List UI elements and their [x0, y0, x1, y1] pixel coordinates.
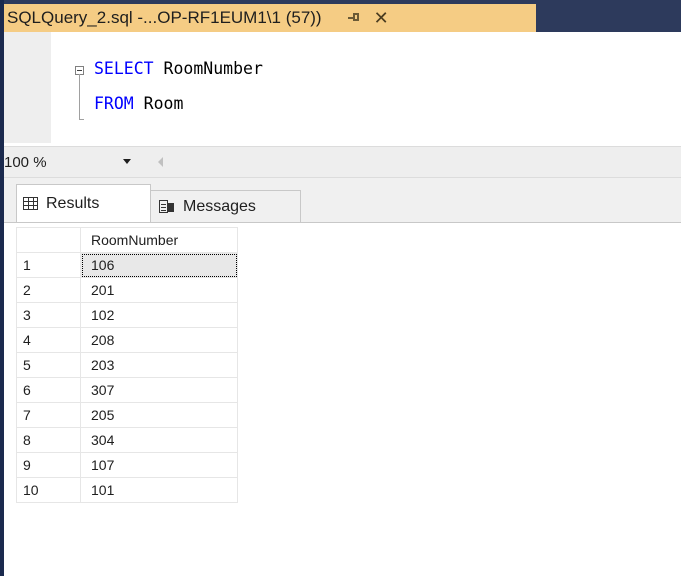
query-editor[interactable]: SELECT RoomNumber FROM Room: [4, 32, 681, 143]
table-row[interactable]: 4 208: [16, 327, 238, 353]
results-grid[interactable]: RoomNumber 1 106 2 201 3 102 4 208 5 203 6 307…: [16, 227, 238, 503]
cell-roomnumber[interactable]: 304: [80, 427, 238, 453]
cell-roomnumber[interactable]: 107: [80, 452, 238, 478]
document-tab-strip: SQLQuery_2.sql -...OP-RF1EUM1\1 (57)) ✕: [4, 4, 681, 32]
table-row[interactable]: 1 106: [16, 252, 238, 278]
messages-icon: [159, 199, 175, 214]
row-number[interactable]: 4: [16, 327, 81, 353]
row-number[interactable]: 7: [16, 402, 81, 428]
table-row[interactable]: 7 205: [16, 402, 238, 428]
table-row[interactable]: 10 101: [16, 477, 238, 503]
table-row[interactable]: 3 102: [16, 302, 238, 328]
query-document-tab[interactable]: SQLQuery_2.sql -...OP-RF1EUM1\1 (57)) ✕: [4, 4, 536, 32]
zoom-bar: 100 %: [4, 146, 681, 178]
grid-header-row: RoomNumber: [16, 227, 238, 253]
row-number[interactable]: 3: [16, 302, 81, 328]
code-line-1-rest: RoomNumber: [153, 59, 263, 78]
results-tab-strip: Results Messages: [4, 178, 681, 222]
tab-messages[interactable]: Messages: [151, 190, 301, 222]
code-line-2-rest: Room: [133, 94, 184, 113]
column-header-roomnumber[interactable]: RoomNumber: [80, 227, 238, 253]
grid-icon: [23, 197, 38, 210]
tab-messages-label: Messages: [183, 197, 256, 215]
tab-results-label: Results: [46, 194, 100, 212]
cell-roomnumber[interactable]: 208: [80, 327, 238, 353]
table-row[interactable]: 6 307: [16, 377, 238, 403]
row-number[interactable]: 5: [16, 352, 81, 378]
row-number[interactable]: 9: [16, 452, 81, 478]
table-row[interactable]: 5 203: [16, 352, 238, 378]
cell-roomnumber[interactable]: 201: [80, 277, 238, 303]
cell-roomnumber[interactable]: 205: [80, 402, 238, 428]
code-line-1[interactable]: SELECT RoomNumber: [94, 59, 263, 78]
row-number-header[interactable]: [16, 227, 81, 253]
pin-icon[interactable]: [347, 11, 362, 25]
results-grid-area: RoomNumber 1 106 2 201 3 102 4 208 5 203 6 307…: [4, 222, 681, 577]
scroll-left-icon[interactable]: [158, 157, 163, 167]
row-number[interactable]: 1: [16, 252, 81, 278]
cell-roomnumber[interactable]: 106: [80, 252, 238, 278]
sql-keyword-select: SELECT: [94, 59, 154, 78]
row-number[interactable]: 8: [16, 427, 81, 453]
cell-roomnumber[interactable]: 203: [80, 352, 238, 378]
cell-roomnumber[interactable]: 101: [80, 477, 238, 503]
sql-keyword-from: FROM: [94, 94, 134, 113]
zoom-value: 100 %: [4, 153, 47, 171]
table-row[interactable]: 9 107: [16, 452, 238, 478]
cell-roomnumber[interactable]: 307: [80, 377, 238, 403]
tab-results[interactable]: Results: [16, 184, 151, 222]
zoom-dropdown[interactable]: 100 %: [4, 147, 140, 177]
chevron-down-icon[interactable]: [123, 159, 131, 164]
code-line-2[interactable]: FROM Room: [94, 94, 183, 113]
fold-guide-end: [79, 119, 84, 120]
close-icon[interactable]: ✕: [374, 9, 389, 27]
table-row[interactable]: 8 304: [16, 427, 238, 453]
row-number[interactable]: 10: [16, 477, 81, 503]
editor-margin: [4, 32, 51, 143]
fold-guide-line: [79, 74, 80, 120]
table-row[interactable]: 2 201: [16, 277, 238, 303]
row-number[interactable]: 2: [16, 277, 81, 303]
row-number[interactable]: 6: [16, 377, 81, 403]
cell-roomnumber[interactable]: 102: [80, 302, 238, 328]
query-tab-title: SQLQuery_2.sql -...OP-RF1EUM1\1 (57)): [7, 8, 322, 27]
